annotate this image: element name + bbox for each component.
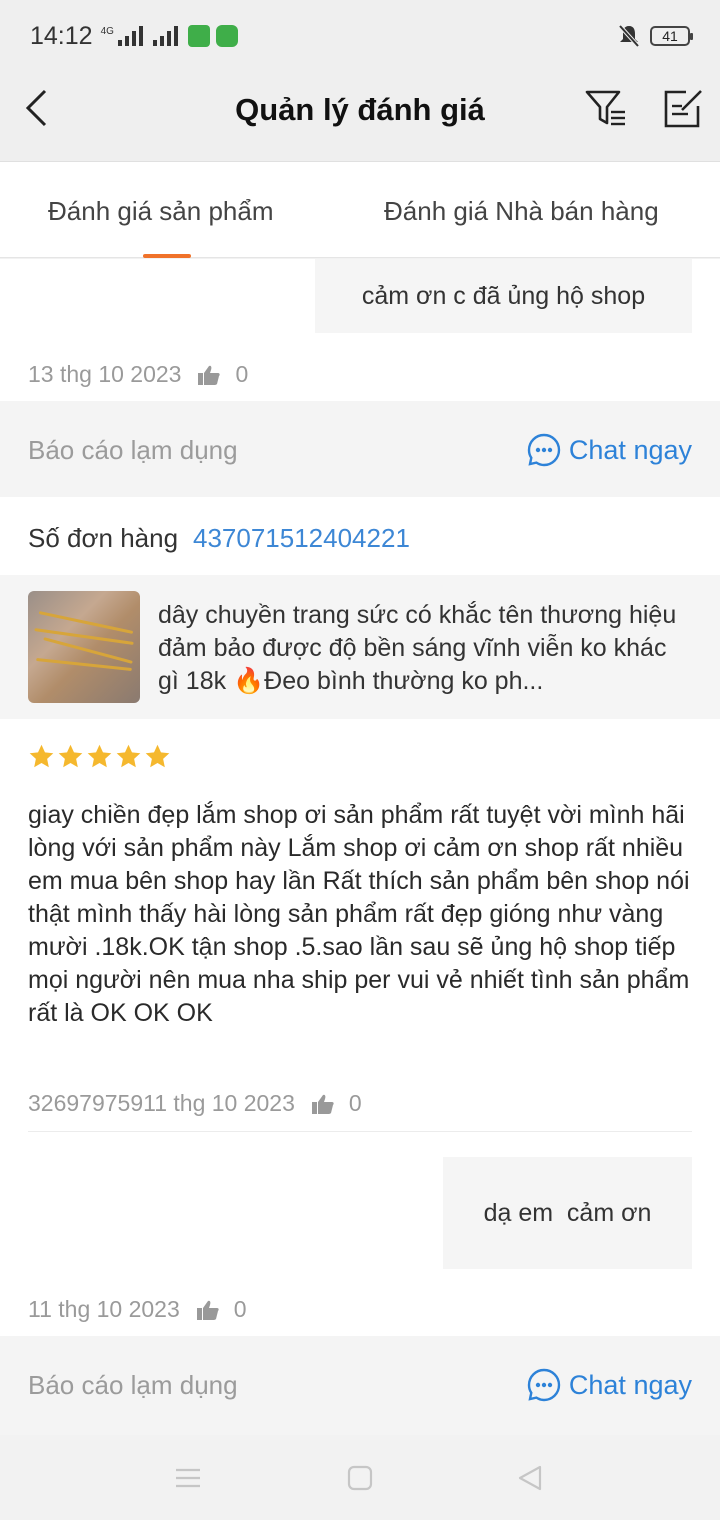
signal-icon-2 bbox=[152, 26, 178, 46]
home-square-icon bbox=[347, 1465, 373, 1491]
tab-indicator bbox=[143, 254, 191, 258]
star-icon bbox=[116, 744, 141, 768]
chat-bubble-icon bbox=[527, 433, 561, 467]
order-number[interactable]: 437071512404221 bbox=[193, 523, 410, 554]
thumbs-up-icon bbox=[311, 1094, 334, 1114]
network-type: 4G bbox=[100, 25, 114, 37]
menu-nav-button[interactable] bbox=[171, 1461, 205, 1495]
divider bbox=[28, 1131, 692, 1132]
filter-icon bbox=[585, 90, 625, 126]
home-nav-button[interactable] bbox=[343, 1461, 377, 1495]
star-icon bbox=[58, 744, 83, 768]
signal-icon bbox=[117, 26, 143, 46]
review-list[interactable]: cảm ơn c đã ủng hộ shop 13 thg 10 2023 0… bbox=[0, 259, 720, 1435]
order-number-label: Số đơn hàng bbox=[28, 523, 179, 553]
status-time: 14:12 bbox=[30, 21, 93, 50]
seller-reply-text: cảm ơn c đã ủng hộ shop bbox=[361, 281, 646, 310]
reply-date: 11 thg 10 2023 bbox=[28, 1296, 180, 1322]
seller-reply: cảm ơn c đã ủng hộ shop bbox=[315, 259, 692, 333]
action-bar: Báo cáo lạm dụng Chat ngay bbox=[0, 1336, 720, 1435]
edit-button[interactable] bbox=[662, 88, 704, 130]
like-count: 0 bbox=[235, 361, 249, 387]
tab-seller-reviews[interactable]: Đánh giá Nhà bán hàng bbox=[384, 196, 659, 227]
star-icon bbox=[29, 744, 54, 768]
edit-icon bbox=[664, 90, 702, 128]
review-text: giay chiền đẹp lắm shop ơi sản phẩm rất … bbox=[28, 801, 690, 1027]
battery-level: 41 bbox=[662, 28, 678, 44]
seller-reply: dạ em cảm ơn bbox=[443, 1157, 692, 1269]
chat-app-icon bbox=[215, 25, 238, 47]
review-card: giay chiền đẹp lắm shop ơi sản phẩm rất … bbox=[0, 719, 720, 1336]
review-date: 32697975911 thg 10 2023 bbox=[28, 1090, 295, 1116]
back-triangle-icon bbox=[518, 1465, 542, 1491]
app-bar: Quản lý đánh giá bbox=[0, 72, 720, 162]
mute-bell-icon bbox=[618, 24, 640, 48]
menu-icon bbox=[176, 1468, 200, 1488]
product-description: dây chuyền trang sức có khắc tên thương … bbox=[158, 601, 677, 695]
seller-reply-text: dạ em cảm ơn bbox=[483, 1198, 652, 1227]
review-card-prev: cảm ơn c đã ủng hộ shop 13 thg 10 2023 0 bbox=[0, 259, 720, 401]
like-button[interactable] bbox=[311, 1093, 335, 1115]
chat-now-button[interactable]: Chat ngay bbox=[527, 1368, 692, 1402]
filter-button[interactable] bbox=[584, 88, 630, 130]
product-thumbnail bbox=[28, 591, 140, 703]
review-meta: 13 thg 10 2023 0 bbox=[28, 361, 248, 388]
star-rating bbox=[28, 743, 171, 770]
action-bar: Báo cáo lạm dụng Chat ngay bbox=[0, 401, 720, 497]
reply-meta: 11 thg 10 2023 0 bbox=[28, 1296, 247, 1323]
like-button[interactable] bbox=[196, 1299, 220, 1321]
review-date: 13 thg 10 2023 bbox=[28, 361, 182, 387]
sim-app-icon bbox=[187, 25, 210, 47]
tab-bar: Đánh giá sản phẩm Đánh giá Nhà bán hàng bbox=[0, 162, 720, 258]
star-icon bbox=[145, 744, 170, 768]
thumbs-up-icon bbox=[198, 365, 221, 385]
system-nav-bar bbox=[0, 1435, 720, 1520]
battery-icon: 41 bbox=[650, 26, 693, 46]
chat-now-label: Chat ngay bbox=[568, 1369, 692, 1400]
product-row[interactable]: dây chuyền trang sức có khắc tên thương … bbox=[0, 575, 720, 719]
report-abuse-link[interactable]: Báo cáo lạm dụng bbox=[28, 435, 238, 466]
like-count: 0 bbox=[348, 1090, 362, 1116]
review-meta: 32697975911 thg 10 2023 0 bbox=[28, 1090, 362, 1117]
order-header: Số đơn hàng 437071512404221 bbox=[0, 497, 720, 575]
like-count: 0 bbox=[233, 1296, 247, 1322]
chat-bubble-icon bbox=[527, 1368, 561, 1402]
like-button[interactable] bbox=[197, 364, 221, 386]
status-bar: 14:12 4G 41 bbox=[0, 0, 720, 72]
chat-now-label: Chat ngay bbox=[568, 434, 692, 465]
report-abuse-link[interactable]: Báo cáo lạm dụng bbox=[28, 1370, 238, 1401]
thumbs-up-icon bbox=[196, 1300, 219, 1320]
star-icon bbox=[87, 744, 112, 768]
chat-now-button[interactable]: Chat ngay bbox=[527, 433, 692, 467]
back-nav-button[interactable] bbox=[513, 1461, 547, 1495]
tab-product-reviews[interactable]: Đánh giá sản phẩm bbox=[48, 196, 273, 227]
